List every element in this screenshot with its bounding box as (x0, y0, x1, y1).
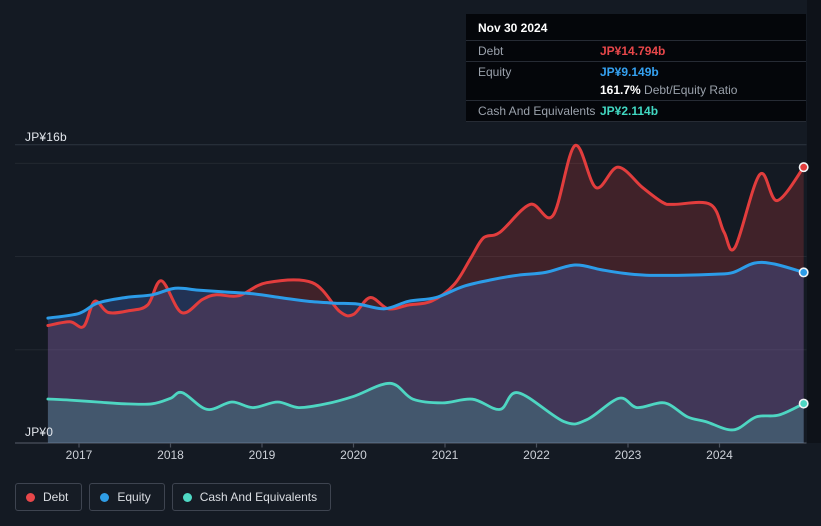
debt-end-marker (798, 162, 809, 173)
y-axis-zero-label: JP¥0 (25, 425, 54, 439)
x-tick-label-2021: 2021 (431, 448, 459, 462)
tooltip-cash-label: Cash And Equivalents (478, 104, 596, 118)
cash-and-equivalents-end-marker (798, 398, 809, 409)
tooltip-debt-label: Debt (478, 44, 504, 58)
tooltip-debt-value: JP¥14.794b (600, 44, 666, 58)
legend-item-label: Cash And Equivalents (199, 490, 318, 504)
legend-item-label: Debt (43, 490, 69, 504)
equity-end-marker (798, 267, 809, 278)
x-tick-label-2022: 2022 (523, 448, 550, 462)
legend-item-label: Equity (117, 490, 151, 504)
cash-color-dot (182, 492, 192, 502)
tooltip-equity-label: Equity (478, 65, 512, 79)
legend-item-equity[interactable]: Equity (89, 483, 165, 511)
plot-right-margin (807, 0, 821, 443)
x-tick-label-2023: 2023 (614, 448, 642, 462)
tooltip-equity-value: JP¥9.149b (600, 65, 659, 79)
y-axis-max-label: JP¥16b (25, 130, 67, 144)
tooltip-equity-row: Equity JP¥9.149b (466, 62, 806, 80)
tooltip-ratio-row: 161.7% Debt/Equity Ratio (466, 80, 806, 101)
x-tick-label-2018: 2018 (157, 448, 184, 462)
chart-tooltip: Nov 30 2024 Debt JP¥14.794b Equity JP¥9.… (466, 14, 806, 122)
tooltip-date: Nov 30 2024 (466, 14, 806, 41)
x-tick-label-2024: 2024 (706, 448, 733, 462)
x-tick-label-2017: 2017 (65, 448, 93, 462)
tooltip-cash-value: JP¥2.114b (600, 104, 659, 118)
x-tick-label-2020: 2020 (340, 448, 367, 462)
tooltip-ratio-label: Debt/Equity Ratio (644, 83, 738, 97)
tooltip-cash-row: Cash And Equivalents JP¥2.114b (466, 101, 806, 122)
legend: Debt Equity Cash And Equivalents (15, 483, 332, 511)
tooltip-ratio-value: 161.7% (600, 83, 641, 97)
legend-item-debt[interactable]: Debt (15, 483, 83, 511)
debt-equity-history-page: JP¥16b JP¥0 2017 2018 2019 2020 2021 2022 2023… (0, 0, 821, 526)
equity-color-dot (100, 492, 110, 502)
tooltip-debt-row: Debt JP¥14.794b (466, 41, 806, 62)
legend-item-cash[interactable]: Cash And Equivalents (171, 483, 332, 511)
debt-color-dot (26, 492, 35, 502)
x-tick-label-2019: 2019 (248, 448, 276, 462)
